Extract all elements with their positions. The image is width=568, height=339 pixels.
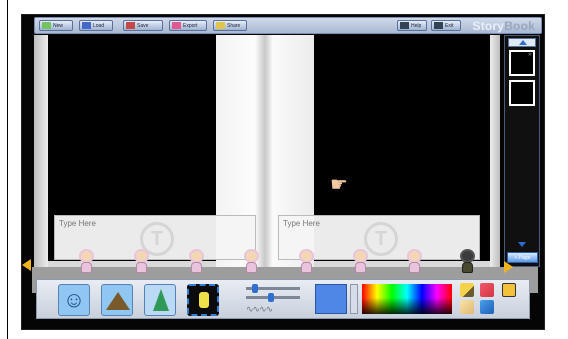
share-icon <box>216 22 225 29</box>
size-slider[interactable] <box>246 284 300 293</box>
character-thumbnail-6[interactable] <box>350 249 370 275</box>
character-body <box>355 262 366 273</box>
book-edge-right <box>490 35 500 267</box>
logo-book: Book <box>504 19 535 33</box>
eyedropper-icon[interactable] <box>480 300 494 314</box>
help-label: Help <box>411 22 422 29</box>
pointing-hand-cursor-icon: ☛ <box>330 174 348 196</box>
size-slider-knob[interactable] <box>252 284 258 293</box>
character-body <box>409 262 420 273</box>
character-thumbnail-5[interactable] <box>296 249 316 275</box>
save-label: Save <box>137 22 149 29</box>
page-thumbnail-1[interactable]: ✕ <box>509 50 535 76</box>
character-head <box>299 249 314 263</box>
character-body <box>246 262 257 273</box>
left-text-placeholder: Type Here <box>59 219 96 228</box>
storybook-spread: Type Here Type Here ☛ <box>34 35 500 267</box>
characters-next-arrow-icon[interactable] <box>504 261 513 273</box>
character-thumbnail-4[interactable] <box>241 249 261 275</box>
brush-icon[interactable] <box>460 300 474 314</box>
characters-prev-arrow-icon[interactable] <box>22 259 31 271</box>
eraser-icon[interactable] <box>480 283 494 297</box>
character-head <box>134 249 149 263</box>
props-tool-button[interactable] <box>144 284 176 316</box>
character-head <box>353 249 368 263</box>
save-icon <box>126 22 135 29</box>
storybook-logo: StoryBook <box>473 19 536 33</box>
help-button[interactable]: Help <box>397 20 427 31</box>
page-thumbnail-panel: ✕ + Page <box>504 35 540 267</box>
share-button[interactable]: Share <box>213 20 247 31</box>
characters-tool-button[interactable] <box>58 284 90 316</box>
opacity-slider[interactable] <box>246 293 300 302</box>
top-toolbar: New Load Save Export Share Help Exit Sto… <box>34 17 542 34</box>
export-icon <box>172 22 181 29</box>
opacity-slider-knob[interactable] <box>268 293 274 302</box>
new-button[interactable]: New <box>39 20 73 31</box>
character-body <box>191 262 202 273</box>
character-body <box>81 262 92 273</box>
color-palette[interactable] <box>362 284 452 314</box>
load-icon <box>82 22 91 29</box>
thumbnails-scroll-down-button[interactable] <box>508 241 536 249</box>
character-head <box>407 249 422 263</box>
character-head <box>79 249 94 263</box>
character-head <box>189 249 204 263</box>
page-thumbnail-2[interactable] <box>509 80 535 106</box>
thumbnails-scroll-up-button[interactable] <box>508 38 536 47</box>
right-text-placeholder: Type Here <box>283 219 320 228</box>
new-label: New <box>53 22 64 29</box>
color-mode-buttons[interactable] <box>350 284 358 314</box>
help-icon <box>400 22 409 29</box>
character-thumbnail-7[interactable] <box>404 249 424 275</box>
load-button[interactable]: Load <box>79 20 113 31</box>
exit-icon <box>434 22 443 29</box>
character-body <box>136 262 147 273</box>
character-thumbnail-1[interactable] <box>76 249 96 275</box>
character-body <box>301 262 312 273</box>
character-body <box>462 262 473 273</box>
brush-settings: ∿∿∿∿ <box>242 284 304 314</box>
character-head <box>244 249 259 263</box>
line-style-wave-icon[interactable]: ∿∿∿∿ <box>246 304 273 315</box>
book-edge-left <box>34 35 48 267</box>
character-thumbnail-8[interactable] <box>457 249 477 275</box>
exit-label: Exit <box>445 22 454 29</box>
paint-bucket-icon[interactable] <box>502 283 516 297</box>
new-icon <box>42 22 51 29</box>
save-button[interactable]: Save <box>123 20 163 31</box>
delete-page-icon[interactable]: ✕ <box>528 52 532 58</box>
share-label: Share <box>227 22 241 29</box>
pencil-icon[interactable] <box>460 283 474 297</box>
character-head <box>460 249 475 263</box>
exit-button[interactable]: Exit <box>431 20 461 31</box>
backgrounds-tool-button[interactable] <box>101 284 133 316</box>
add-page-label: + Page <box>514 254 531 261</box>
current-color-swatch[interactable] <box>315 284 347 314</box>
export-button[interactable]: Export <box>169 20 207 31</box>
window-left-edge <box>0 0 8 339</box>
bottom-tool-panel: ∿∿∿∿ <box>36 279 530 319</box>
logo-story: Story <box>472 19 505 33</box>
character-thumbnail-2[interactable] <box>131 249 151 275</box>
load-label: Load <box>93 22 105 29</box>
selection-tool-button[interactable] <box>187 284 219 316</box>
export-label: Export <box>183 22 198 29</box>
character-thumbnail-3[interactable] <box>186 249 206 275</box>
